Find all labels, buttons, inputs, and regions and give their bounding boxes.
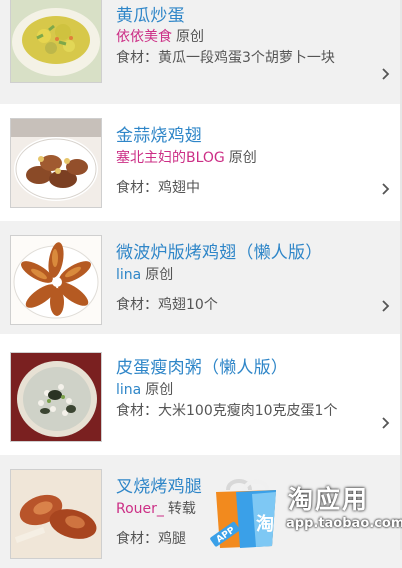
recipe-source-tag: 原创 bbox=[145, 382, 174, 398]
watermark-url: app.taobao.com bbox=[286, 516, 402, 531]
chevron-right-icon bbox=[382, 183, 390, 195]
recipe-ingredients: 食材：黄瓜一段鸡蛋3个胡萝卜一块 bbox=[116, 50, 335, 66]
chevron-right-icon bbox=[382, 300, 390, 312]
recipe-title[interactable]: 微波炉版烤鸡翅（懒人版） bbox=[116, 238, 322, 263]
recipe-source-tag: 原创 bbox=[176, 29, 204, 45]
recipe-thumbnail bbox=[10, 118, 102, 208]
recipe-item[interactable]: 微波炉版烤鸡翅（懒人版） lina 原创 食材：鸡翅10个 bbox=[0, 221, 402, 334]
recipe-source-tag: 原创 bbox=[228, 150, 257, 166]
chevron-right-icon bbox=[382, 417, 390, 429]
recipe-thumbnail bbox=[10, 0, 102, 83]
recipe-ingredients: 食材：大米100克瘦肉10克皮蛋1个 bbox=[116, 403, 338, 419]
recipe-item[interactable]: 皮蛋瘦肉粥（懒人版） lina 原创 食材：大米100克瘦肉10克皮蛋1个 bbox=[0, 338, 402, 451]
recipe-author-line: lina 原创 bbox=[116, 264, 173, 284]
bag-char: 淘 bbox=[256, 513, 274, 535]
recipe-ingredients: 食材：鸡翅中 bbox=[116, 180, 200, 196]
recipe-author[interactable]: 依依美食 bbox=[116, 29, 172, 45]
recipe-author-line: 依依美食 原创 bbox=[116, 26, 204, 46]
recipe-thumbnail bbox=[10, 469, 102, 559]
watermark-brand: 淘应用 bbox=[288, 485, 370, 514]
recipe-author[interactable]: lina bbox=[116, 382, 141, 398]
recipe-thumbnail bbox=[10, 352, 102, 442]
recipe-ingredients: 食材：鸡翅10个 bbox=[116, 297, 218, 313]
recipe-thumbnail bbox=[10, 235, 102, 325]
recipe-author-line: 塞北主妇的BLOG 原创 bbox=[116, 147, 257, 167]
recipe-title[interactable]: 黄瓜炒蛋 bbox=[116, 1, 185, 26]
taobao-app-watermark: 淘 APP 淘应用 app.taobao.com bbox=[206, 472, 402, 550]
recipe-author[interactable]: 塞北主妇的BLOG bbox=[116, 150, 225, 166]
recipe-source-tag: 转载 bbox=[167, 501, 196, 517]
recipe-source-tag: 原创 bbox=[145, 267, 174, 283]
recipe-author-line: Rouer_ 转载 bbox=[116, 498, 196, 518]
shopping-bag-icon: 淘 APP bbox=[210, 479, 276, 548]
recipe-author-line: lina 原创 bbox=[116, 379, 173, 399]
recipe-author[interactable]: Rouer_ bbox=[116, 501, 164, 517]
recipe-title[interactable]: 金蒜烧鸡翅 bbox=[116, 121, 202, 146]
recipe-title[interactable]: 叉烧烤鸡腿 bbox=[116, 472, 202, 497]
recipe-item[interactable]: 金蒜烧鸡翅 塞北主妇的BLOG 原创 食材：鸡翅中 bbox=[0, 104, 402, 217]
recipe-item[interactable]: 黄瓜炒蛋 依依美食 原创 食材：黄瓜一段鸡蛋3个胡萝卜一块 bbox=[0, 0, 402, 104]
chevron-right-icon bbox=[382, 68, 390, 80]
recipe-title[interactable]: 皮蛋瘦肉粥（懒人版） bbox=[116, 353, 288, 378]
recipe-author[interactable]: lina bbox=[116, 267, 141, 283]
